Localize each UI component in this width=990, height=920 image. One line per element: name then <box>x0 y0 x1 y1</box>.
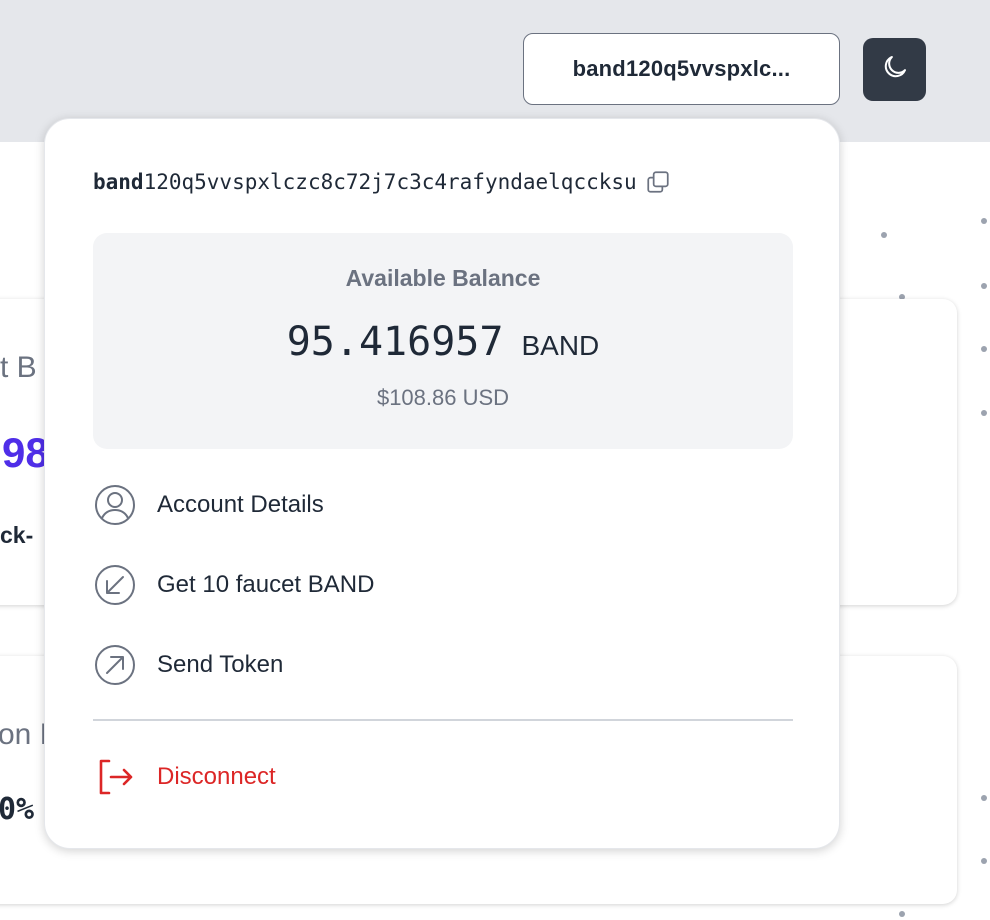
card-value-fragment: 98 <box>2 429 49 476</box>
menu-item-send-token[interactable]: Send Token <box>93 635 283 695</box>
balance-title: Available Balance <box>345 265 541 291</box>
decor-dot <box>981 410 987 416</box>
decor-dot <box>981 346 987 352</box>
card-title-fragment: t B <box>0 351 37 384</box>
logout-icon <box>93 755 137 799</box>
decor-dot <box>981 283 987 289</box>
decor-dot <box>881 232 887 238</box>
balance-amount: 95.416957 <box>286 319 504 365</box>
disconnect-button[interactable]: Disconnect <box>93 747 276 807</box>
account-button[interactable]: band120q5vvspxlc... <box>523 33 840 105</box>
wallet-address: band 120q5vvspxlczc8c72j7c3c4rafyndaelqcc… <box>93 169 671 195</box>
address-rest: 120q5vvspxlczc8c72j7c3c4rafyndaelqccksu <box>143 170 637 194</box>
decor-dot <box>981 218 987 224</box>
theme-toggle-button[interactable] <box>863 38 926 101</box>
arrow-down-left-icon <box>93 563 137 607</box>
decor-dot <box>981 795 987 801</box>
menu-item-account-details[interactable]: Account Details <box>93 475 324 535</box>
address-prefix: band <box>93 170 144 194</box>
moon-icon <box>880 52 910 87</box>
menu-item-label: Account Details <box>157 491 324 518</box>
wallet-popover: band 120q5vvspxlczc8c72j7c3c4rafyndaelqcc… <box>44 118 840 849</box>
menu-divider <box>93 719 793 721</box>
user-circle-icon <box>93 483 137 527</box>
copy-icon[interactable] <box>645 169 671 195</box>
menu-item-label: Get 10 faucet BAND <box>157 571 375 598</box>
balance-usd: $108.86 USD <box>376 385 510 410</box>
balance-unit: BAND <box>521 330 600 361</box>
disconnect-label: Disconnect <box>157 763 276 790</box>
decor-dot <box>899 911 905 917</box>
decor-dot <box>981 858 987 864</box>
card-sub-fragment: ck- <box>0 522 34 548</box>
balance-panel: Available Balance 95.416957 BAND $108.86… <box>93 233 793 449</box>
balance-row: 95.416957 BAND <box>93 319 793 365</box>
menu-item-faucet[interactable]: Get 10 faucet BAND <box>93 555 374 615</box>
arrow-up-right-icon <box>93 643 137 687</box>
menu-item-label: Send Token <box>157 651 284 678</box>
account-button-label: band120q5vvspxlc... <box>572 56 791 81</box>
card-value-fragment: 0% <box>0 792 35 827</box>
